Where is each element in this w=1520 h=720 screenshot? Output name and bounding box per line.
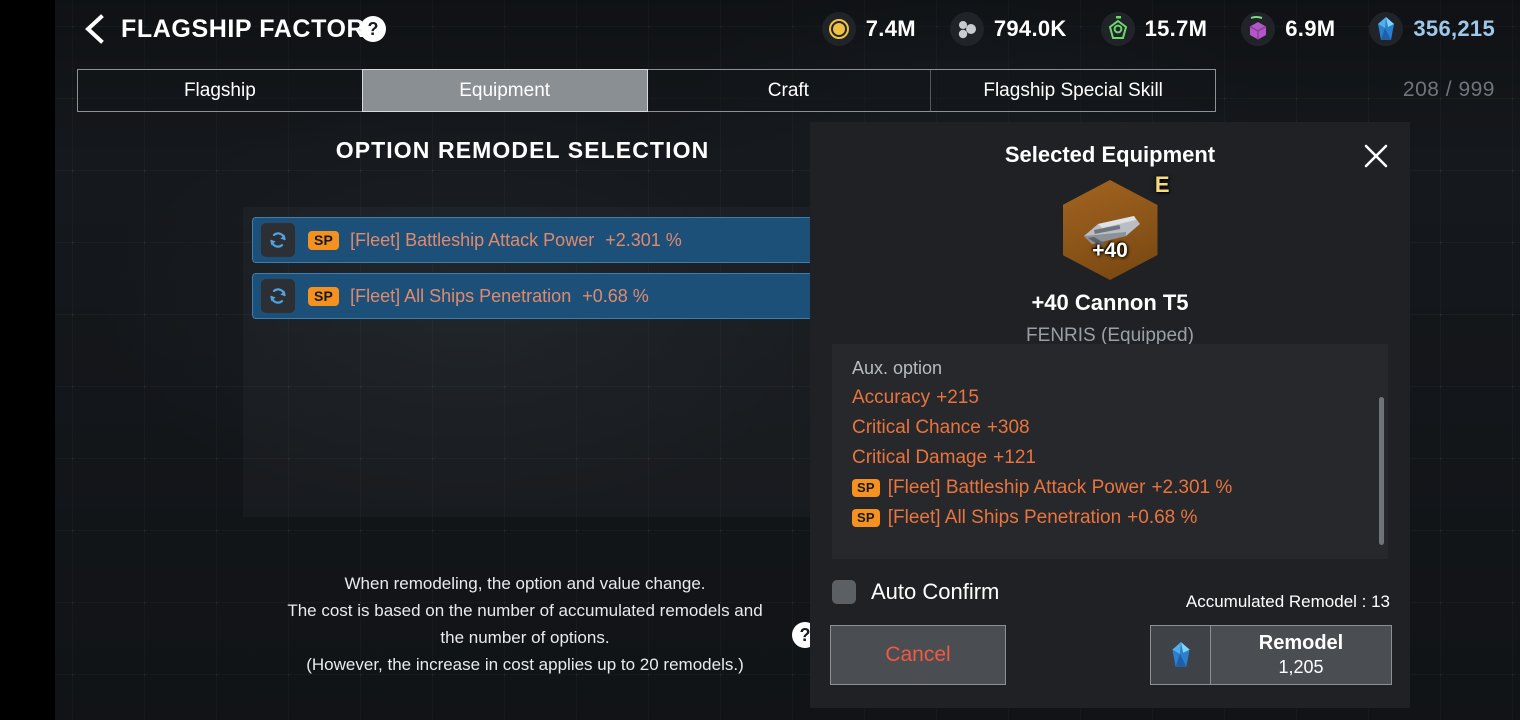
back-button[interactable]: [75, 9, 115, 49]
option-label: [Fleet] Battleship Attack Power: [350, 230, 594, 251]
chevron-left-icon: [75, 9, 115, 49]
hint-line: (However, the increase in cost applies u…: [225, 651, 825, 678]
currency-gold-value: 7.4M: [866, 16, 916, 42]
close-icon[interactable]: [1362, 142, 1390, 170]
tab-bar: Flagship Equipment Craft Flagship Specia…: [77, 69, 1216, 112]
blue-crystal-icon: [1151, 626, 1211, 684]
currency-purple-cube-value: 6.9M: [1285, 16, 1335, 42]
item-name: +40 Cannon T5: [1031, 290, 1188, 316]
currency-green-module[interactable]: 15.7M: [1101, 12, 1208, 46]
option-value: +0.68 %: [582, 286, 649, 307]
currency-green-module-value: 15.7M: [1145, 16, 1208, 42]
aux-option-label: Aux. option: [852, 358, 1388, 379]
auto-confirm-checkbox[interactable]: [832, 580, 856, 604]
cancel-button[interactable]: Cancel: [830, 625, 1006, 685]
title-help-icon[interactable]: ?: [360, 16, 386, 42]
accumulated-remodel-count: Accumulated Remodel : 13: [1186, 592, 1390, 612]
option-remodel-section: OPTION REMODEL SELECTION SP [Fleet] Batt…: [185, 122, 860, 697]
aux-option-name: [Fleet] Battleship Attack Power: [888, 477, 1146, 499]
aux-option-box: Aux. option Accuracy +215 Critical Chanc…: [832, 344, 1388, 559]
app-root: FLAGSHIP FACTORY ? 7.4M: [0, 0, 1520, 720]
tab-flagship-special-skill[interactable]: Flagship Special Skill: [931, 70, 1215, 111]
option-row[interactable]: SP [Fleet] All Ships Penetration +0.68 %: [252, 273, 814, 319]
sp-badge: SP: [308, 231, 339, 250]
inventory-counter: 208 / 999: [1403, 78, 1495, 102]
tab-craft[interactable]: Craft: [647, 70, 932, 111]
sp-badge: SP: [852, 509, 880, 527]
hint-line: the number of options.: [225, 624, 825, 651]
currency-crystal[interactable]: 356,215: [1369, 12, 1495, 46]
item-grade-badge: E: [1155, 172, 1170, 198]
aux-option-row: SP [Fleet] Battleship Attack Power +2.30…: [852, 477, 1388, 499]
remodel-label: Remodel: [1259, 632, 1343, 655]
aux-option-row: Critical Chance +308: [852, 417, 1388, 439]
aux-option-value: +121: [993, 447, 1036, 469]
sp-badge: SP: [852, 479, 880, 497]
currency-bar: 7.4M 794.0K: [788, 8, 1495, 50]
aux-option-row: SP [Fleet] All Ships Penetration +0.68 %: [852, 507, 1388, 529]
purple-cube-icon: [1241, 12, 1275, 46]
refresh-icon[interactable]: [261, 279, 295, 313]
aux-option-value: +215: [936, 387, 979, 409]
panel-title: Selected Equipment: [810, 142, 1410, 168]
hint-line: When remodeling, the option and value ch…: [225, 570, 825, 597]
sp-badge: SP: [308, 287, 339, 306]
gold-coin-icon: [822, 12, 856, 46]
tab-equipment[interactable]: Equipment: [362, 69, 648, 112]
aux-option-row: Critical Damage +121: [852, 447, 1388, 469]
currency-gold[interactable]: 7.4M: [822, 12, 916, 46]
aux-option-row: Accuracy +215: [852, 387, 1388, 409]
aux-option-name: Critical Damage: [852, 447, 987, 469]
remodel-cost: 1,205: [1278, 657, 1323, 678]
hint-line: The cost is based on the number of accum…: [225, 597, 825, 624]
remodel-button[interactable]: Remodel 1,205: [1150, 625, 1392, 685]
hint-text: When remodeling, the option and value ch…: [225, 570, 825, 678]
aux-option-value: +2.301 %: [1151, 477, 1232, 499]
aux-option-name: Critical Chance: [852, 417, 981, 439]
section-title: OPTION REMODEL SELECTION: [185, 137, 860, 164]
auto-confirm-toggle[interactable]: Auto Confirm: [832, 579, 999, 605]
aux-option-value: +308: [987, 417, 1030, 439]
item-display: +40 E +40 Cannon T5 FENRIS (Equipped): [810, 180, 1410, 347]
option-label: [Fleet] All Ships Penetration: [350, 286, 571, 307]
aux-option-value: +0.68 %: [1127, 507, 1197, 529]
selected-equipment-panel: Selected Equipment +: [810, 122, 1410, 708]
remodel-button-text: Remodel 1,205: [1211, 626, 1391, 684]
currency-ore[interactable]: 794.0K: [950, 12, 1067, 46]
option-row[interactable]: SP [Fleet] Battleship Attack Power +2.30…: [252, 217, 814, 263]
item-thumbnail[interactable]: +40 E: [1063, 180, 1158, 280]
ore-cluster-icon: [950, 12, 984, 46]
aux-option-name: [Fleet] All Ships Penetration: [888, 507, 1121, 529]
aux-option-name: Accuracy: [852, 387, 930, 409]
item-enhance-level: +40: [1063, 239, 1158, 263]
option-list: SP [Fleet] Battleship Attack Power +2.30…: [243, 207, 823, 517]
currency-ore-value: 794.0K: [994, 16, 1067, 42]
option-value: +2.301 %: [605, 230, 682, 251]
top-bar: FLAGSHIP FACTORY ? 7.4M: [55, 0, 1520, 58]
game-viewport: FLAGSHIP FACTORY ? 7.4M: [55, 0, 1520, 720]
currency-purple-cube[interactable]: 6.9M: [1241, 12, 1335, 46]
page-title: FLAGSHIP FACTORY: [121, 15, 382, 44]
green-module-icon: [1101, 12, 1135, 46]
aux-scrollbar[interactable]: [1379, 397, 1384, 545]
refresh-icon[interactable]: [261, 223, 295, 257]
tab-flagship[interactable]: Flagship: [78, 70, 363, 111]
auto-confirm-label: Auto Confirm: [871, 579, 999, 605]
currency-crystal-value: 356,215: [1413, 16, 1495, 42]
blue-crystal-icon: [1369, 12, 1403, 46]
